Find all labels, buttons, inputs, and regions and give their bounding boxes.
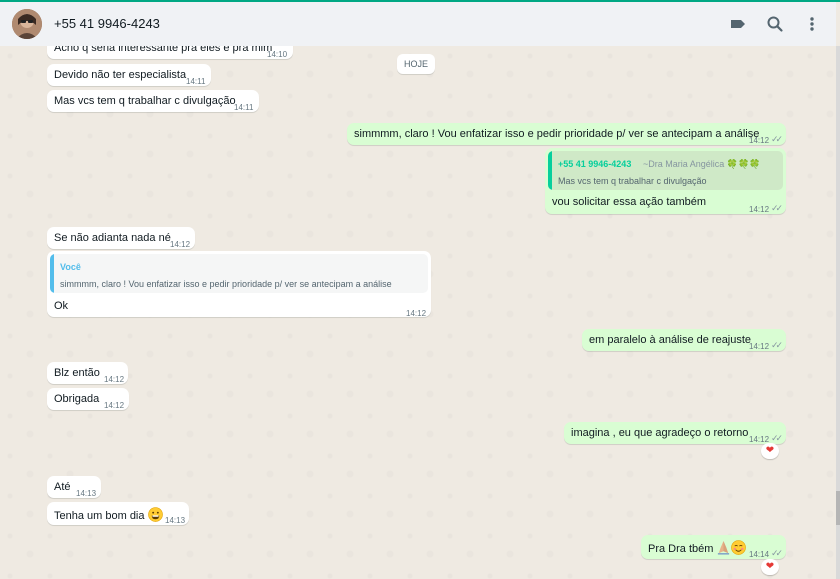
menu-icon[interactable] <box>802 14 822 34</box>
message-time: 14:11 <box>186 77 206 86</box>
quote-author: Você <box>60 262 81 272</box>
message-outgoing[interactable]: simmmm, claro ! Vou enfatizar isso e ped… <box>347 123 786 145</box>
message-incoming[interactable]: Se não adianta nada né 14:12 <box>47 227 195 249</box>
quote-author-pushname: ~Dra Maria Angélica 🍀🍀🍀 <box>643 159 761 169</box>
quote-text: simmmm, claro ! Vou enfatizar isso e ped… <box>60 279 392 289</box>
message-outgoing[interactable]: imagina , eu que agradeço o retorno 14:1… <box>564 422 786 444</box>
message-list[interactable]: Acho q seria interessante pra eles e pra… <box>0 46 836 579</box>
quoted-message[interactable]: Você simmmm, claro ! Vou enfatizar isso … <box>50 254 428 293</box>
message-incoming[interactable]: Até 14:13 <box>47 476 101 498</box>
message-text: imagina , eu que agradeço o retorno <box>571 427 749 439</box>
smiling-face-icon <box>731 540 747 559</box>
message-text: Obrigada <box>54 393 100 405</box>
quote-text: Mas vcs tem q trabalhar c divulgação <box>558 176 707 186</box>
quote-author: +55 41 9946-4243 <box>558 159 632 169</box>
contact-title[interactable]: +55 41 9946-4243 <box>54 16 160 31</box>
message-text: Tenha um bom dia <box>54 510 145 522</box>
message-text: vou solicitar essa ação também <box>552 196 707 208</box>
message-text: Pra Dra tbém <box>648 543 714 555</box>
message-text: Até <box>54 481 71 493</box>
message-text: simmmm, claro ! Vou enfatizar isso e ped… <box>354 128 760 140</box>
message-time: 14:11 <box>234 103 254 112</box>
read-ticks-icon: ✓✓ <box>771 134 783 144</box>
read-ticks-icon: ✓✓ <box>771 548 783 558</box>
chat-header[interactable]: +55 41 9946-4243 <box>0 2 836 47</box>
message-time: 14:12 <box>170 240 191 249</box>
message-incoming-reply[interactable]: Você simmmm, claro ! Vou enfatizar isso … <box>47 251 431 318</box>
message-incoming[interactable]: Obrigada 14:12 <box>47 388 129 410</box>
read-ticks-icon: ✓✓ <box>771 203 783 213</box>
message-outgoing[interactable]: Pra Dra tbém 14:14 ✓✓ <box>641 535 786 559</box>
message-outgoing[interactable]: em paralelo à análise de reajuste 14:12 … <box>582 329 786 351</box>
message-text: Blz então <box>54 367 100 379</box>
read-ticks-icon: ✓✓ <box>771 340 783 350</box>
message-time: 14:12 <box>104 375 125 384</box>
message-text: Se não adianta nada né <box>54 232 171 244</box>
avatar[interactable] <box>12 9 42 39</box>
message-time: 14:12 <box>749 205 770 214</box>
message-time: 14:10 <box>267 50 288 59</box>
message-incoming[interactable]: Acho q seria interessante pra eles e pra… <box>47 46 293 59</box>
folded-hands-icon <box>716 540 731 559</box>
message-text: Mas vcs tem q trabalhar c divulgação <box>54 95 236 107</box>
message-text: em paralelo à análise de reajuste <box>589 334 752 346</box>
message-incoming[interactable]: Mas vcs tem q trabalhar c divulgação 14:… <box>47 90 259 112</box>
quote-bar <box>548 151 552 190</box>
scrollbar-thumb[interactable] <box>836 491 840 525</box>
label-icon[interactable] <box>728 14 748 34</box>
heart-icon[interactable]: ❤ <box>761 559 779 575</box>
message-text: Ok <box>54 300 69 312</box>
message-text: Devido não ter especialista <box>54 69 187 81</box>
message-time: 14:12 <box>749 136 770 145</box>
grinning-face-icon <box>147 507 163 526</box>
heart-icon[interactable]: ❤ <box>761 443 779 459</box>
quote-bar <box>50 254 54 293</box>
message-incoming[interactable]: Tenha um bom dia 14:13 <box>47 502 189 525</box>
message-outgoing-reply[interactable]: +55 41 9946-4243 ~Dra Maria Angélica 🍀🍀🍀… <box>545 148 786 214</box>
message-time: 14:12 <box>749 342 770 351</box>
message-time: 14:12 <box>406 309 427 318</box>
message-text: Acho q seria interessante pra eles e pra… <box>54 46 273 54</box>
message-time: 14:12 <box>104 401 125 410</box>
message-incoming[interactable]: Devido não ter especialista 14:11 <box>47 64 211 86</box>
date-divider: HOJE <box>397 54 435 74</box>
search-icon[interactable] <box>765 14 785 34</box>
scrollbar[interactable] <box>836 46 840 579</box>
quoted-message[interactable]: +55 41 9946-4243 ~Dra Maria Angélica 🍀🍀🍀… <box>548 151 783 190</box>
message-time: 14:13 <box>76 489 97 498</box>
message-time: 14:13 <box>165 516 186 525</box>
message-incoming[interactable]: Blz então 14:12 <box>47 362 128 384</box>
